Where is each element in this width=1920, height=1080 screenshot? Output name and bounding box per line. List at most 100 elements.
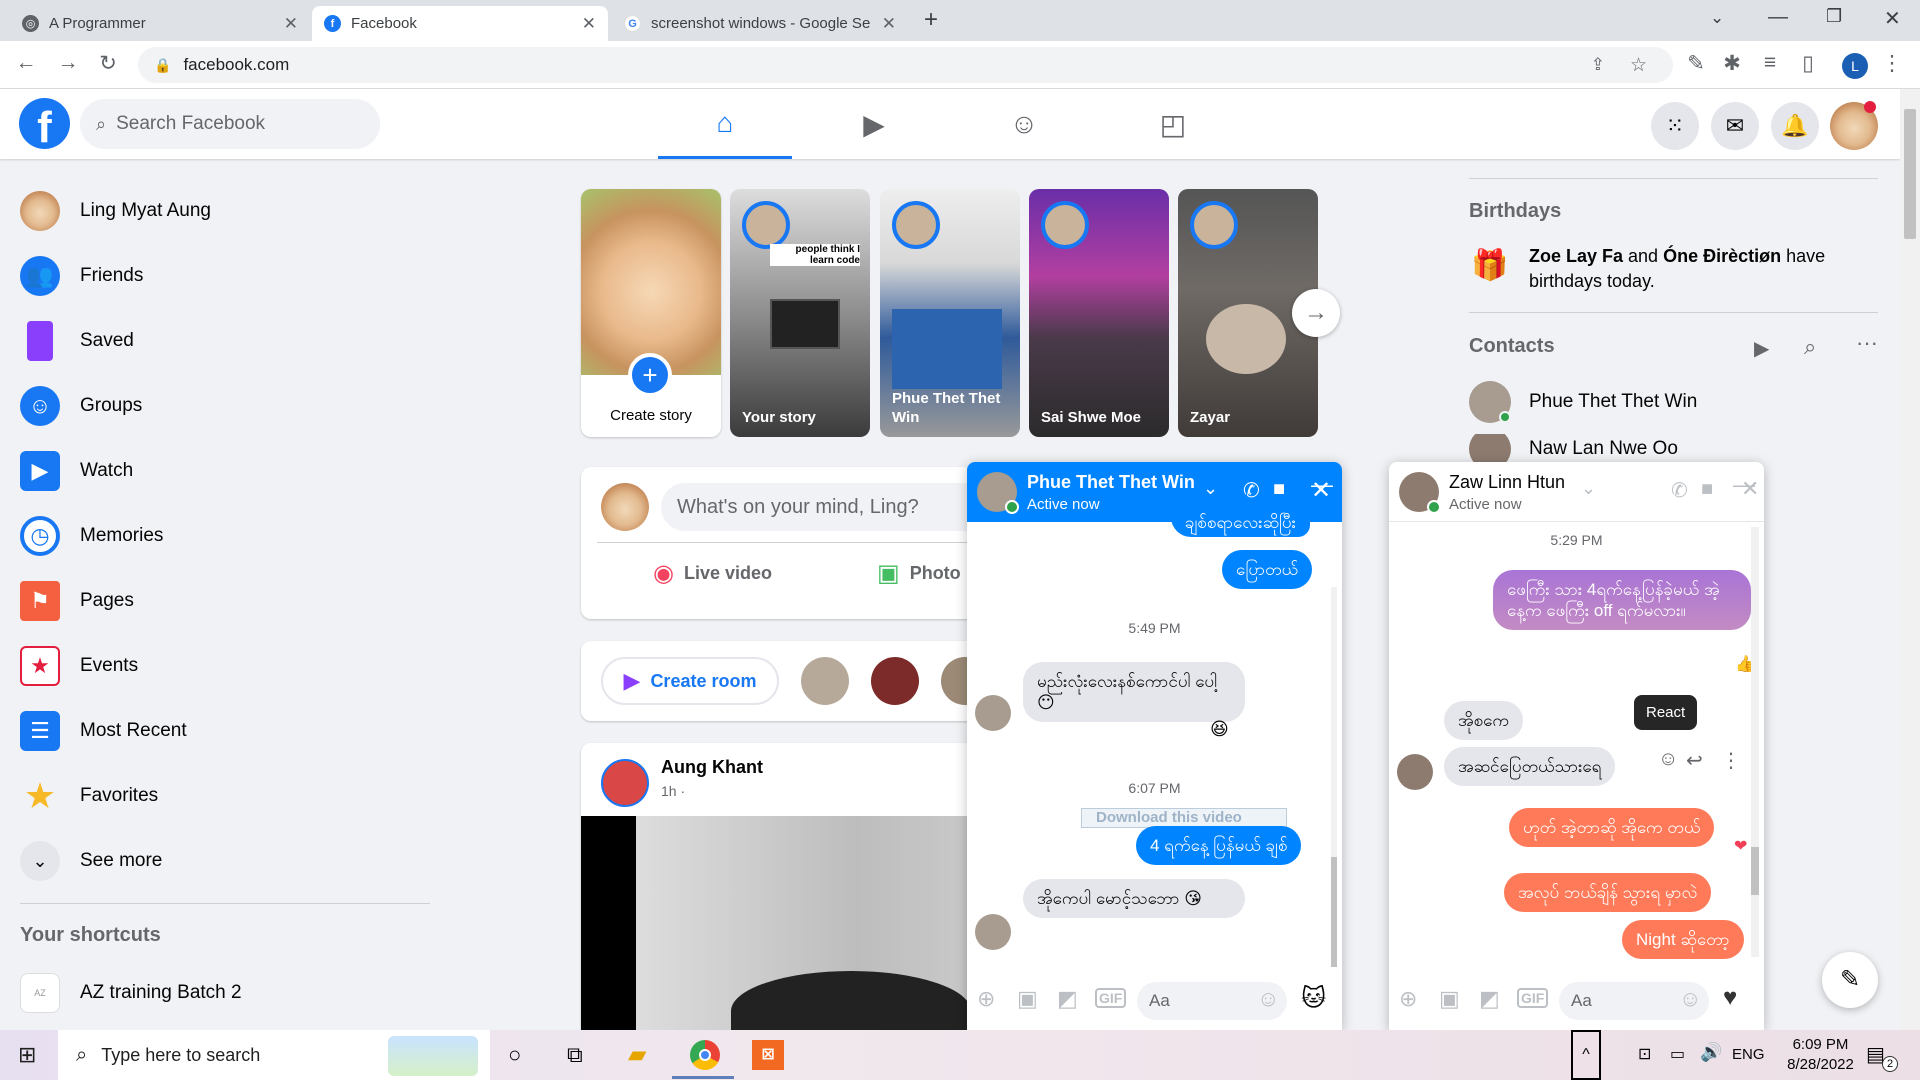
sidebar-see-more[interactable]: ⌄ See more — [20, 835, 162, 887]
avatar[interactable] — [1399, 472, 1441, 514]
scrollbar[interactable] — [1751, 527, 1759, 957]
author-avatar[interactable] — [601, 759, 649, 807]
chevron-down-icon[interactable]: ⌄ — [1581, 478, 1596, 499]
cortana-icon[interactable]: ○ — [508, 1042, 521, 1068]
scrollbar[interactable] — [1331, 587, 1337, 967]
message-sent[interactable]: ဟုတ် အဲ့တာဆို အိုကေ တယ် — [1509, 808, 1715, 847]
menu-grid-button[interactable]: ⁙ — [1651, 102, 1699, 150]
message-sent[interactable]: အလုပ် ဘယ်ချိန် သွားရ မှာလဲ — [1504, 873, 1712, 912]
nav-gaming-tab[interactable]: ◰ — [1106, 89, 1240, 159]
message-received[interactable]: အိုကေပါ မောင့်သဘော 😘 — [1023, 879, 1245, 918]
sidebar-item-favorites[interactable]: ★ Favorites — [20, 770, 158, 822]
chat-contact-name[interactable]: Phue Thet Thet Win — [1027, 472, 1195, 493]
new-message-button[interactable]: ✎ — [1822, 952, 1878, 1008]
contact-item[interactable]: Phue Thet Thet Win — [1469, 378, 1869, 426]
plus-circle-icon[interactable]: ⊕ — [977, 986, 995, 1012]
avatar[interactable] — [977, 472, 1019, 514]
sidebar-item-events[interactable]: ★ Events — [20, 640, 138, 692]
nav-groups-tab[interactable]: ☺ — [957, 89, 1091, 159]
message-sent[interactable]: 4 ရက်နေ့ ပြန်မယ် ချစ် — [1136, 826, 1302, 865]
post-author[interactable]: Aung Khant — [661, 757, 763, 778]
post-time[interactable]: 1h · — [661, 783, 685, 799]
messenger-button[interactable]: ✉ — [1711, 102, 1759, 150]
facebook-logo[interactable]: f — [19, 98, 70, 152]
close-window-icon[interactable]: ✕ — [1884, 6, 1901, 31]
clock[interactable]: 6:09 PM 8/28/2022 — [1778, 1035, 1863, 1075]
contact-avatar[interactable] — [871, 657, 919, 705]
share-icon[interactable]: ⇪ — [1591, 55, 1605, 75]
emoji-icon[interactable]: ☺ — [1257, 986, 1279, 1012]
battery-icon[interactable]: ▭ — [1670, 1044, 1685, 1064]
contact-item[interactable]: Naw Lan Nwe Oo — [1469, 434, 1869, 464]
task-view-icon[interactable]: ⧉ — [567, 1042, 583, 1068]
video-call-icon[interactable]: ■ — [1273, 478, 1285, 501]
xampp-icon[interactable]: ⊠ — [752, 1040, 784, 1070]
close-icon[interactable]: ✕ — [284, 14, 298, 34]
network-icon[interactable]: ⊡ — [1638, 1044, 1651, 1064]
message-received[interactable]: အဆင်ပြေတယ်သားရေ — [1444, 747, 1616, 786]
more-options-icon[interactable]: ··· — [1856, 330, 1878, 356]
plus-circle-icon[interactable]: ⊕ — [1399, 986, 1417, 1012]
search-icon[interactable]: ⌕ — [1804, 334, 1816, 360]
notifications-button[interactable]: 🔔 — [1771, 102, 1819, 150]
shortcut-item[interactable]: AZ AZ training Batch 2 — [20, 967, 242, 1019]
search-input[interactable]: ⌕ Search Facebook — [80, 99, 380, 149]
message-sent[interactable]: ချစ်စရာလေးဆိုပြီး — [1171, 508, 1310, 537]
contact-avatar[interactable] — [801, 657, 849, 705]
sticker-icon[interactable]: ◩ — [1057, 986, 1078, 1012]
profile-avatar[interactable]: L — [1842, 53, 1868, 79]
browser-tab-active[interactable]: f Facebook ✕ — [312, 6, 608, 41]
react-icon[interactable]: ☺ — [1658, 748, 1678, 771]
story-card[interactable]: people think I learn code Your story — [730, 189, 870, 437]
file-explorer-icon[interactable]: ▰ — [628, 1040, 646, 1069]
sidebar-item-friends[interactable]: 👥 Friends — [20, 250, 143, 302]
close-icon[interactable]: ✕ — [582, 14, 596, 34]
sidebar-item-profile[interactable]: Ling Myat Aung — [20, 185, 211, 237]
tab-search-icon[interactable]: ⌄ — [1710, 8, 1724, 28]
reply-icon[interactable]: ↩ — [1686, 748, 1703, 773]
nav-watch-tab[interactable]: ▶ — [807, 89, 941, 159]
sidebar-item-saved[interactable]: Saved — [20, 315, 134, 367]
chat-contact-name[interactable]: Zaw Linn Htun — [1449, 472, 1565, 493]
scrollbar-thumb[interactable] — [1751, 847, 1759, 895]
image-icon[interactable]: ▣ — [1017, 986, 1038, 1012]
puzzle-icon[interactable]: ✱ — [1718, 51, 1746, 76]
download-video-overlay[interactable]: Download this video — [1081, 808, 1287, 828]
address-bar[interactable]: 🔒 facebook.com ⇪ ☆ — [138, 47, 1673, 83]
scrollbar-thumb[interactable] — [1331, 857, 1337, 967]
phone-icon[interactable]: ✆ — [1243, 478, 1260, 503]
menu-icon[interactable]: ⋮ — [1878, 51, 1906, 76]
gif-icon[interactable]: GIF — [1095, 988, 1127, 1008]
chevron-down-icon[interactable]: ⌄ — [1203, 478, 1218, 499]
plus-icon[interactable]: + — [628, 353, 672, 397]
taskbar-search-input[interactable]: ⌕ Type here to search — [58, 1030, 490, 1080]
sticker-icon[interactable]: ◩ — [1479, 986, 1500, 1012]
chrome-icon[interactable] — [690, 1040, 720, 1070]
live-video-button[interactable]: ◉ Live video — [653, 553, 772, 593]
emoji-icon[interactable]: ☺ — [1679, 986, 1701, 1012]
message-sent[interactable]: Night ဆိုတော့ — [1622, 920, 1744, 959]
show-hidden-icons[interactable]: ^ — [1571, 1030, 1601, 1080]
browser-tab[interactable]: G screenshot windows - Google Se ✕ — [612, 6, 908, 41]
minimize-icon[interactable]: — — [1768, 6, 1788, 29]
gif-icon[interactable]: GIF — [1517, 988, 1549, 1008]
story-card[interactable]: Sai Shwe Moe — [1029, 189, 1169, 437]
back-icon[interactable]: ← — [12, 51, 40, 75]
volume-icon[interactable]: 🔊 — [1700, 1042, 1722, 1063]
close-icon[interactable]: ✕ — [1311, 476, 1331, 505]
media-icon[interactable]: ≡ — [1756, 51, 1784, 75]
scrollbar-thumb[interactable] — [1904, 109, 1916, 239]
new-room-icon[interactable]: ▶ — [1754, 336, 1769, 361]
page-scrollbar[interactable] — [1900, 89, 1920, 1030]
nav-home-tab[interactable]: ⌂ — [658, 89, 792, 159]
maximize-icon[interactable]: ❐ — [1826, 6, 1842, 27]
sidebar-item-pages[interactable]: ⚑ Pages — [20, 575, 134, 627]
reload-icon[interactable]: ↻ — [94, 51, 122, 76]
windows-start-icon[interactable]: ⊞ — [18, 1042, 36, 1068]
sidebar-item-memories[interactable]: ◷ Memories — [20, 510, 163, 562]
phone-icon[interactable]: ✆ — [1671, 478, 1688, 503]
browser-tab[interactable]: ◎ A Programmer ✕ — [10, 6, 310, 41]
language-indicator[interactable]: ENG — [1732, 1046, 1765, 1063]
bookmark-star-icon[interactable]: ☆ — [1630, 54, 1647, 77]
close-icon[interactable]: ✕ — [882, 14, 896, 34]
